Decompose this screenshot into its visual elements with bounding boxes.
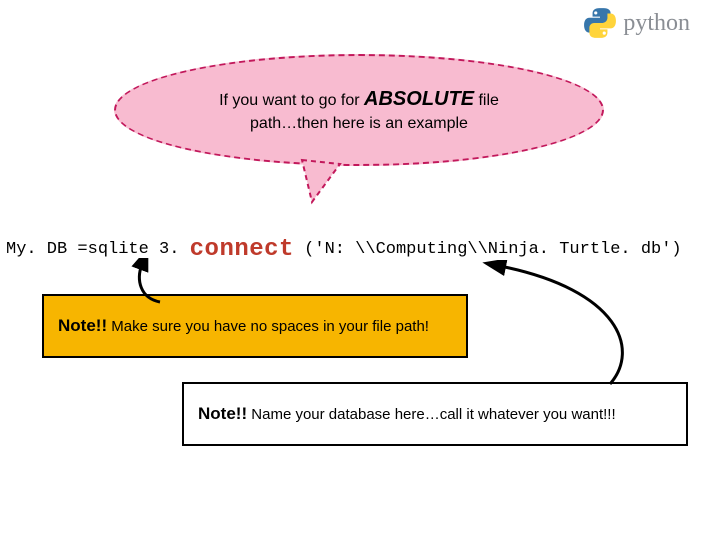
python-logo: python xyxy=(583,6,690,40)
python-logo-text: python xyxy=(623,10,690,37)
code-lhs: My. DB =sqlite 3 xyxy=(6,240,169,259)
note-name-db: Note!! Name your database here…call it w… xyxy=(182,382,688,446)
note-no-spaces: Note!! Make sure you have no spaces in y… xyxy=(42,294,468,358)
bubble-post: file xyxy=(474,92,499,109)
speech-bubble: If you want to go for ABSOLUTE file path… xyxy=(114,54,604,166)
arrow-note2-to-code xyxy=(480,260,650,390)
bubble-emph: ABSOLUTE xyxy=(364,88,474,110)
note1-text: Note!! Make sure you have no spaces in y… xyxy=(58,316,429,336)
code-dot: . xyxy=(169,240,189,259)
code-line: My. DB =sqlite 3. connect ('N: \\Computi… xyxy=(6,236,682,263)
code-args: ('N: \\Computing\\Ninja. Turtle. db') xyxy=(294,240,682,259)
note2-rest: Name your database here…call it whatever… xyxy=(247,406,616,423)
speech-bubble-text: If you want to go for ABSOLUTE file path… xyxy=(219,86,499,135)
note2-text: Note!! Name your database here…call it w… xyxy=(198,404,616,424)
note1-strong: Note!! xyxy=(58,316,107,335)
note1-rest: Make sure you have no spaces in your fil… xyxy=(107,318,429,335)
bubble-line2: path…then here is an example xyxy=(250,115,468,132)
bubble-pre: If you want to go for xyxy=(219,92,364,109)
note2-strong: Note!! xyxy=(198,404,247,423)
python-icon xyxy=(583,6,617,40)
code-connect: connect xyxy=(190,236,294,263)
